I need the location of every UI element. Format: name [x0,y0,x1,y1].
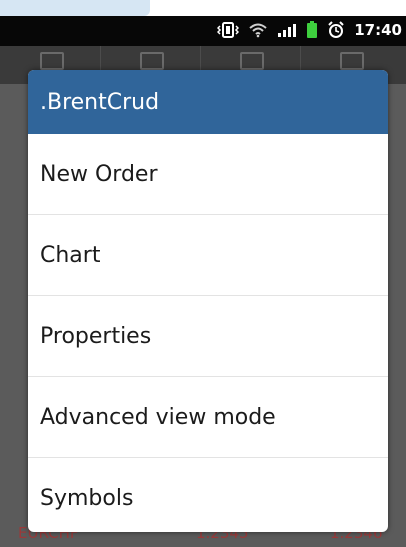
battery-icon [306,20,318,40]
wifi-icon [248,20,268,40]
status-bar: 17:40 [0,16,406,46]
dialog-title: .BrentCrud [28,70,388,134]
vibrate-icon [217,20,240,40]
alarm-icon [327,20,345,40]
trade-icon [240,52,264,70]
status-clock: 17:40 [354,21,402,39]
menu-item-chart[interactable]: Chart [28,215,388,296]
status-icons: 17:40 [217,20,402,40]
menu-item-new-order[interactable]: New Order [28,134,388,215]
background-corner [0,0,150,16]
context-menu-dialog: .BrentCrud New Order Chart Properties Ad… [28,70,388,532]
quotes-icon [40,52,64,70]
history-icon [340,52,364,70]
menu-item-symbols[interactable]: Symbols [28,458,388,532]
menu-item-advanced-view-mode[interactable]: Advanced view mode [28,377,388,458]
menu-item-properties[interactable]: Properties [28,296,388,377]
signal-icon [277,20,297,40]
chart-icon [140,52,164,70]
